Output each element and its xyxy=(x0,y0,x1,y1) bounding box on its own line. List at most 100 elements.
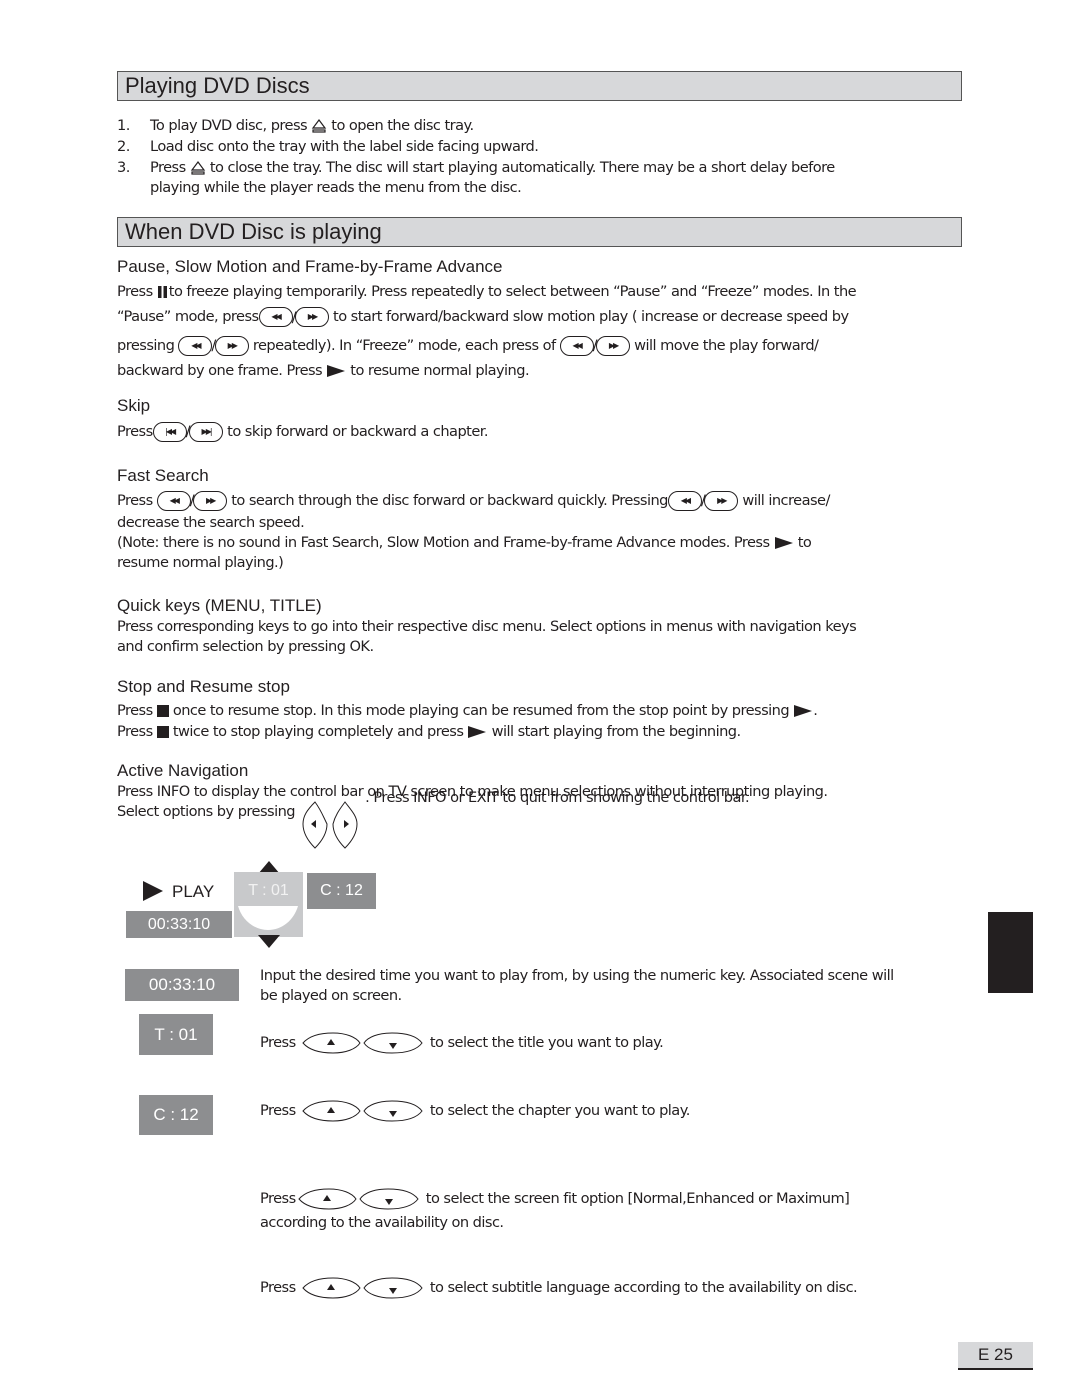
text: resume normal playing.) xyxy=(117,554,284,571)
explanation-subtitle: Press to select subtitle language accord… xyxy=(260,1276,970,1300)
fast-forward-button-icon: ▶▶ xyxy=(193,491,228,511)
page-number: E 25 xyxy=(958,1342,1033,1370)
frame-forward-button-icon: ▶▶ xyxy=(596,335,631,356)
eject-icon xyxy=(190,161,205,175)
osd-title-value: T : 01 xyxy=(248,882,289,899)
text: pressing xyxy=(117,336,175,354)
text: Press xyxy=(260,1102,296,1119)
stop-icon xyxy=(156,705,169,717)
fast-reverse-button-icon: ◀◀ xyxy=(667,491,702,511)
explanation-screen-fit: Press to select the screen fit option [N… xyxy=(260,1187,970,1235)
text: . xyxy=(813,702,818,719)
text: to freeze playing temporarily. Press rep… xyxy=(168,283,857,300)
section-title-playing-dvd: Playing DVD Discs xyxy=(117,71,962,101)
step-item: 3. Press to close the tray. The disc wil… xyxy=(117,158,967,198)
section-title-when-playing: When DVD Disc is playing xyxy=(117,217,962,247)
step-item: 1. To play DVD disc, press to open the d… xyxy=(117,116,967,136)
text: Select options by pressing xyxy=(117,803,296,820)
arrow-down-icon xyxy=(258,935,280,948)
up-down-keys-icon xyxy=(302,1032,423,1054)
heading-skip: Skip xyxy=(117,396,151,415)
text: will start playing from the beginning. xyxy=(491,723,742,740)
play-icon xyxy=(468,726,487,738)
slow-reverse-button-icon: ◀◀ xyxy=(178,335,213,356)
osd-chapter-field: C : 12 xyxy=(307,873,376,909)
play-icon xyxy=(143,881,163,901)
heading-pause-slow-frame: Pause, Slow Motion and Frame-by-Frame Ad… xyxy=(117,257,503,276)
slow-reverse-button-icon: ◀◀ xyxy=(258,307,293,327)
text: “Pause” mode, press xyxy=(117,308,259,325)
step-item: 2. Load disc onto the tray with the labe… xyxy=(117,137,967,157)
step-number: 3. xyxy=(117,159,130,176)
badge-time: 00:33:10 xyxy=(125,969,239,1001)
up-down-keys-icon xyxy=(302,1100,423,1122)
paragraph-pause: Press to freeze playing temporarily. Pre… xyxy=(117,279,967,383)
text: to select the screen fit option [Normal,… xyxy=(425,1190,850,1207)
text: decrease the search speed. xyxy=(117,514,305,531)
up-down-keys-icon xyxy=(302,1277,423,1299)
text: to select the title you want to play. xyxy=(429,1034,664,1051)
text: to select subtitle language according to… xyxy=(429,1279,858,1296)
pause-icon xyxy=(157,286,167,298)
text: to search through the disc forward or ba… xyxy=(231,492,668,509)
slow-forward-button-icon: ▶▶ xyxy=(294,307,329,327)
slow-forward-button-icon: ▶▶ xyxy=(214,335,249,356)
play-icon xyxy=(774,537,793,549)
selector-bowl-shape xyxy=(238,906,298,930)
text: to resume normal playing. xyxy=(350,362,530,379)
text: backward by one frame. Press xyxy=(117,362,323,379)
text: Press xyxy=(117,702,153,719)
text: to xyxy=(797,534,812,551)
paragraph-fast-search: Press ◀◀ / ▶▶ to search through the disc f… xyxy=(117,491,967,573)
play-icon xyxy=(327,365,346,377)
text: Press xyxy=(117,283,153,300)
fast-forward-button-icon: ▶▶ xyxy=(704,491,739,511)
play-icon xyxy=(794,705,813,717)
text: will increase/ xyxy=(742,492,830,509)
left-right-nav-keys-icon xyxy=(302,801,358,849)
badge-title: T : 01 xyxy=(139,1014,213,1055)
paragraph-stop: Press once to resume stop. In this mode … xyxy=(117,700,967,742)
badge-chapter: C : 12 xyxy=(139,1095,213,1135)
osd-title-selector: T : 01 xyxy=(234,872,303,937)
text: Press xyxy=(117,423,153,440)
step-number: 1. xyxy=(117,117,130,134)
fast-reverse-button-icon: ◀◀ xyxy=(156,491,191,511)
heading-quick-keys: Quick keys (MENU, TITLE) xyxy=(117,596,322,615)
step-text: playing while the player reads the menu … xyxy=(150,179,522,196)
text: Input the desired time you want to play … xyxy=(260,967,894,984)
text: and confirm selection by pressing OK. xyxy=(117,638,374,655)
heading-stop-resume: Stop and Resume stop xyxy=(117,677,290,696)
step-text: to open the disc tray. xyxy=(331,117,474,134)
explanation-title: Press to select the title you want to pl… xyxy=(260,1031,970,1055)
stop-icon xyxy=(156,726,169,738)
text: repeatedly). In “Freeze” mode, each pres… xyxy=(252,336,556,354)
heading-active-navigation: Active Navigation xyxy=(117,761,249,780)
skip-previous-button-icon: |◀◀ xyxy=(152,422,187,442)
frame-back-button-icon: ◀◀ xyxy=(559,335,594,356)
osd-play-label: PLAY xyxy=(172,882,215,901)
text: will move the play forward/ xyxy=(634,336,819,354)
text: once to resume stop. In this mode playin… xyxy=(172,702,790,719)
text: . Press INFO or EXIT to quit from showin… xyxy=(365,789,750,806)
paragraph-quick-keys: Press corresponding keys to go into thei… xyxy=(117,617,967,657)
text: be played on screen. xyxy=(260,987,402,1004)
text: Press xyxy=(260,1034,296,1051)
text: Press corresponding keys to go into thei… xyxy=(117,618,857,635)
heading-fast-search: Fast Search xyxy=(117,466,209,485)
paragraph-active-navigation: Press INFO to display the control bar on… xyxy=(117,782,967,850)
text: twice to stop playing completely and pre… xyxy=(172,723,464,740)
steps-list: 1. To play DVD disc, press to open the d… xyxy=(117,116,967,198)
step-text: To play DVD disc, press xyxy=(150,117,308,134)
text: Press xyxy=(260,1279,296,1296)
text: Press xyxy=(117,723,153,740)
text: to start forward/backward slow motion pl… xyxy=(333,308,849,325)
step-text: Load disc onto the tray with the label s… xyxy=(150,138,539,155)
osd-time-field: 00:33:10 xyxy=(126,911,232,938)
paragraph-skip: Press |◀◀ / ▶▶| to skip forward or backward… xyxy=(117,422,967,442)
explanation-chapter: Press to select the chapter you want to … xyxy=(260,1099,970,1123)
text: Press xyxy=(117,492,153,509)
skip-next-button-icon: ▶▶| xyxy=(189,422,224,442)
text: (Note: there is no sound in Fast Search,… xyxy=(117,534,770,551)
eject-icon xyxy=(311,119,327,133)
